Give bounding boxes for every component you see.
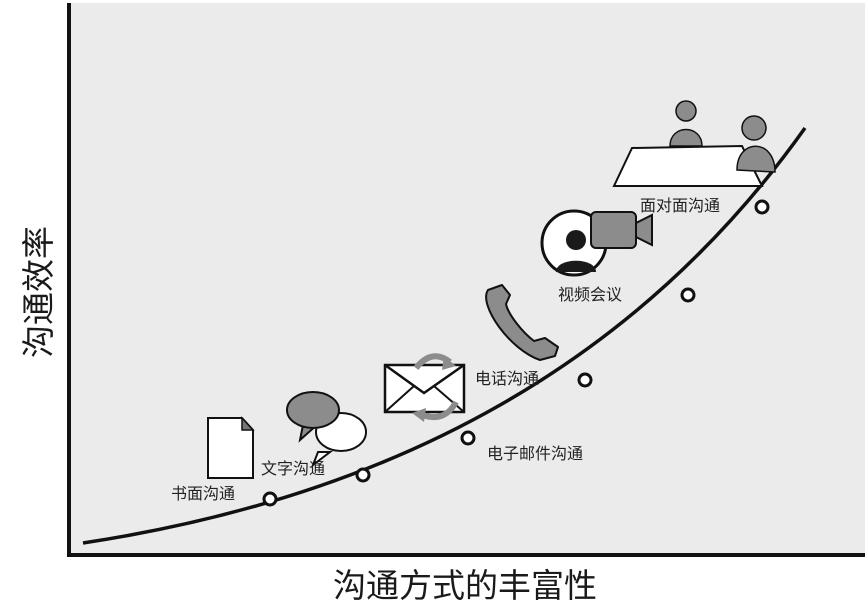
method-label-phone: 电话沟通 (475, 369, 539, 388)
method-label-video: 视频会议 (558, 285, 622, 304)
method-label-text: 文字沟通 (261, 459, 325, 478)
marker-phone (577, 372, 593, 388)
y-axis-title: 沟通效率 (19, 226, 58, 358)
method-label-face: 面对面沟通 (640, 196, 720, 215)
communication-richness-diagram: 沟通效率 沟通方式的丰富性 书面沟通 文字沟通 电子邮件沟通 电话沟通 视频会议… (19, 3, 865, 605)
marker-video (680, 287, 696, 303)
marker-text (355, 467, 371, 483)
plot-area (69, 3, 865, 555)
x-axis-title: 沟通方式的丰富性 (333, 566, 597, 605)
email-envelope-icon (383, 353, 466, 422)
method-label-written: 书面沟通 (171, 484, 235, 503)
marker-written (262, 491, 278, 507)
marker-face (754, 199, 770, 215)
marker-email (460, 430, 476, 446)
document-icon (207, 416, 255, 479)
method-label-email: 电子邮件沟通 (487, 444, 583, 463)
